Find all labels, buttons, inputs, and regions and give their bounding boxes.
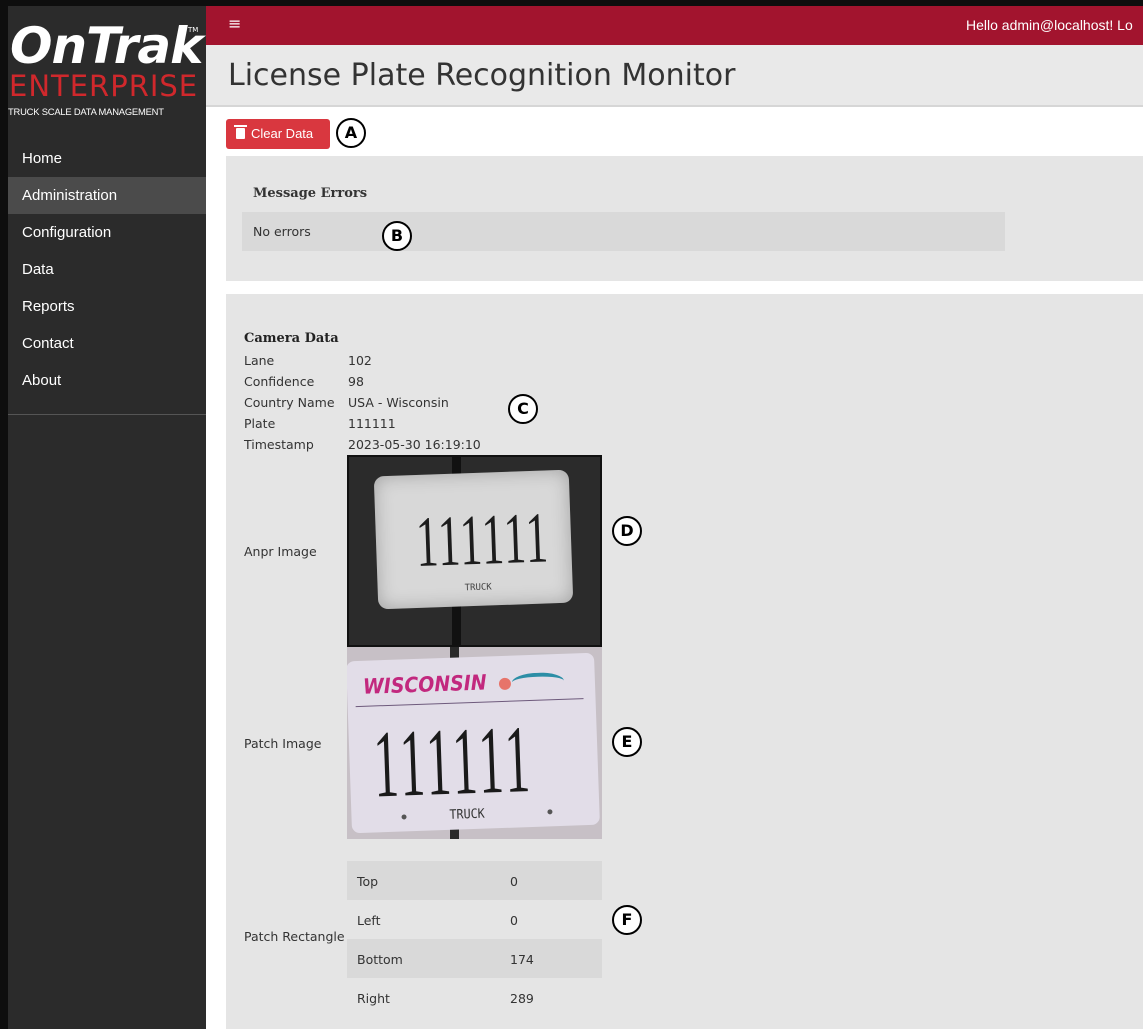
logo-name: OnTrak [10,17,203,75]
sidebar-item-data[interactable]: Data [8,251,206,288]
table-row: Right 289 [347,978,602,1017]
anpr-image-label: Anpr Image [244,544,317,559]
rect-key-top: Top [357,874,379,889]
clear-data-button[interactable]: Clear Data [226,119,330,149]
callout-f: F [612,905,642,935]
user-greeting[interactable]: Hello admin@localhost! Lo [966,17,1133,33]
top-bar: ≡ Hello admin@localhost! Lo [206,6,1143,45]
rect-key-bottom: Bottom [357,952,403,967]
sidebar-item-home[interactable]: Home [8,140,206,177]
logo-tm: TM [188,26,199,34]
field-label-country: Country Name [244,395,335,410]
trash-icon [234,125,247,139]
sidebar-item-contact[interactable]: Contact [8,325,206,362]
patch-plate-bolt [547,809,553,815]
table-row: Bottom 174 [347,939,602,978]
patch-plate-emblem [498,677,512,691]
logo-edition: ENTERPRISE [9,69,199,103]
rect-key-left: Left [357,913,381,928]
field-label-lane: Lane [244,353,275,368]
message-errors-text: No errors [253,224,311,239]
field-label-plate: Plate [244,416,276,431]
brand-logo[interactable]: OnTrak TM ENTERPRISE TRUCK SCALE DATA MA… [8,16,206,120]
sidebar-item-reports[interactable]: Reports [8,288,206,325]
rect-value-top: 0 [510,874,518,889]
hamburger-menu-icon[interactable]: ≡ [228,14,241,33]
patch-plate: WISCONSIN 111111 TRUCK [347,652,600,834]
callout-d: D [612,516,642,546]
callout-e: E [612,727,642,757]
camera-data-title: Camera Data [244,331,339,346]
patch-image: WISCONSIN 111111 TRUCK [347,647,602,839]
sidebar: OnTrak TM ENTERPRISE TRUCK SCALE DATA MA… [8,6,206,1029]
rect-value-bottom: 174 [510,952,534,967]
anpr-plate-digits: 111111 [414,497,551,582]
anpr-image: 111111 TRUCK [347,455,602,647]
message-errors-panel: Message Errors No errors [226,156,1143,281]
patch-rect-label: Patch Rectangle [244,929,345,944]
field-value-plate: 111111 [348,416,396,431]
rect-value-right: 289 [510,991,534,1006]
sidebar-item-configuration[interactable]: Configuration [8,214,206,251]
field-value-lane: 102 [348,353,372,368]
patch-plate-digits: 111111 [371,704,535,818]
callout-a: A [336,118,366,148]
message-errors-box: No errors [242,212,1005,251]
patch-plate-sub: TRUCK [449,806,485,823]
camera-data-panel: Camera Data Lane 102 Confidence 98 Count… [226,294,1143,1029]
patch-image-label: Patch Image [244,736,322,751]
callout-c: C [508,394,538,424]
callout-b: B [382,221,412,251]
table-row: Top 0 [347,861,602,900]
sidebar-item-about[interactable]: About [8,362,206,399]
rect-key-right: Right [357,991,390,1006]
anpr-plate: 111111 TRUCK [373,469,574,610]
field-label-timestamp: Timestamp [244,437,314,452]
field-value-country: USA - Wisconsin [348,395,449,410]
sidebar-nav: Home Administration Configuration Data R… [8,140,206,399]
page-header: License Plate Recognition Monitor [206,45,1143,107]
page-title: License Plate Recognition Monitor [228,58,736,93]
patch-plate-state: WISCONSIN [362,670,488,699]
patch-plate-wave [511,671,565,692]
anpr-plate-sub: TRUCK [464,582,492,594]
message-errors-title: Message Errors [253,186,368,201]
field-value-confidence: 98 [348,374,364,389]
field-label-confidence: Confidence [244,374,315,389]
rect-value-left: 0 [510,913,518,928]
field-value-timestamp: 2023-05-30 16:19:10 [348,437,481,452]
clear-data-label: Clear Data [251,126,314,141]
sidebar-divider [8,414,206,415]
table-row: Left 0 [347,900,602,939]
patch-plate-bolt [401,814,407,820]
logo-tagline: TRUCK SCALE DATA MANAGEMENT [8,106,164,117]
frame-left-border [0,0,8,1029]
sidebar-item-administration[interactable]: Administration [8,177,206,214]
